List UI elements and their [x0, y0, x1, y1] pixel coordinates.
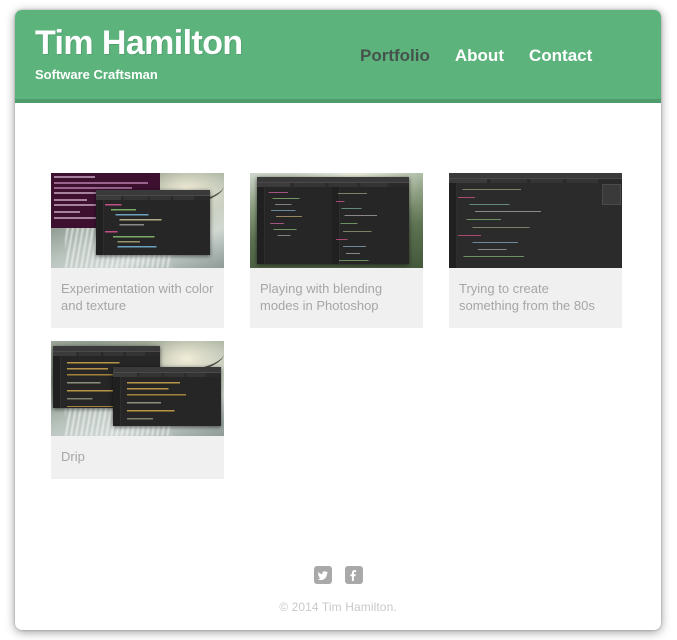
thumb-editor-window — [256, 176, 410, 265]
social-links — [15, 566, 661, 584]
thumb-editor-window-front — [113, 366, 221, 427]
portfolio-caption: Trying to create something from the 80s — [459, 281, 595, 313]
thumb-line-number-gutter — [113, 376, 122, 427]
thumb-line-number-gutter — [52, 355, 61, 409]
thumb-minimap — [601, 184, 621, 205]
portfolio-thumbnail-1[interactable] — [51, 173, 224, 268]
nav-link-portfolio[interactable]: Portfolio — [360, 46, 430, 66]
nav-link-about[interactable]: About — [455, 46, 504, 66]
thumb-editor-window — [95, 190, 211, 255]
portfolio-card[interactable]: Drip — [51, 341, 224, 479]
screenshot-viewport: Tim Hamilton Software Craftsman Portfoli… — [0, 0, 677, 640]
portfolio-caption: Experimentation with color and texture — [61, 281, 214, 313]
thumb-window-body — [449, 183, 622, 268]
thumb-code-text — [104, 202, 209, 253]
thumb-code-pane-left — [265, 188, 330, 263]
portfolio-grid: Experimentation with color and texture P… — [51, 173, 629, 479]
main-nav: Portfolio About Contact — [360, 46, 592, 66]
nav-link-contact[interactable]: Contact — [529, 46, 592, 66]
thumb-code-pane-right — [336, 188, 408, 263]
portfolio-thumbnail-4[interactable] — [51, 341, 224, 436]
website-page: Tim Hamilton Software Craftsman Portfoli… — [15, 10, 661, 630]
portfolio-card[interactable]: Playing with blending modes in Photoshop — [250, 173, 423, 328]
portfolio-caption: Playing with blending modes in Photoshop — [260, 281, 383, 313]
site-tagline: Software Craftsman — [35, 67, 158, 82]
copyright-text: © 2014 Tim Hamilton. — [279, 600, 397, 614]
brand: Tim Hamilton Software Craftsman — [35, 23, 243, 83]
portfolio-caption: Drip — [61, 449, 85, 464]
site-title: Tim Hamilton — [35, 24, 243, 62]
portfolio-thumbnail-2[interactable] — [250, 173, 423, 268]
facebook-icon — [350, 569, 357, 581]
facebook-link[interactable] — [344, 566, 363, 584]
twitter-icon — [317, 570, 328, 580]
thumb-code-text — [122, 378, 219, 425]
thumb-window-body — [95, 200, 211, 255]
thumb-window-body — [113, 376, 221, 427]
thumb-window-body — [256, 186, 410, 265]
twitter-link[interactable] — [313, 566, 332, 584]
thumb-line-number-gutter — [449, 183, 457, 268]
portfolio-thumbnail-3[interactable] — [449, 173, 622, 268]
thumb-line-number-gutter — [256, 186, 265, 265]
site-footer: © 2014 Tim Hamilton. — [15, 566, 661, 614]
thumb-editor-window — [449, 173, 622, 268]
thumb-line-number-gutter — [95, 200, 104, 255]
thumb-code-text — [458, 185, 602, 266]
site-header: Tim Hamilton Software Craftsman Portfoli… — [15, 10, 661, 103]
portfolio-card[interactable]: Experimentation with color and texture — [51, 173, 224, 328]
portfolio-card[interactable]: Trying to create something from the 80s — [449, 173, 622, 328]
